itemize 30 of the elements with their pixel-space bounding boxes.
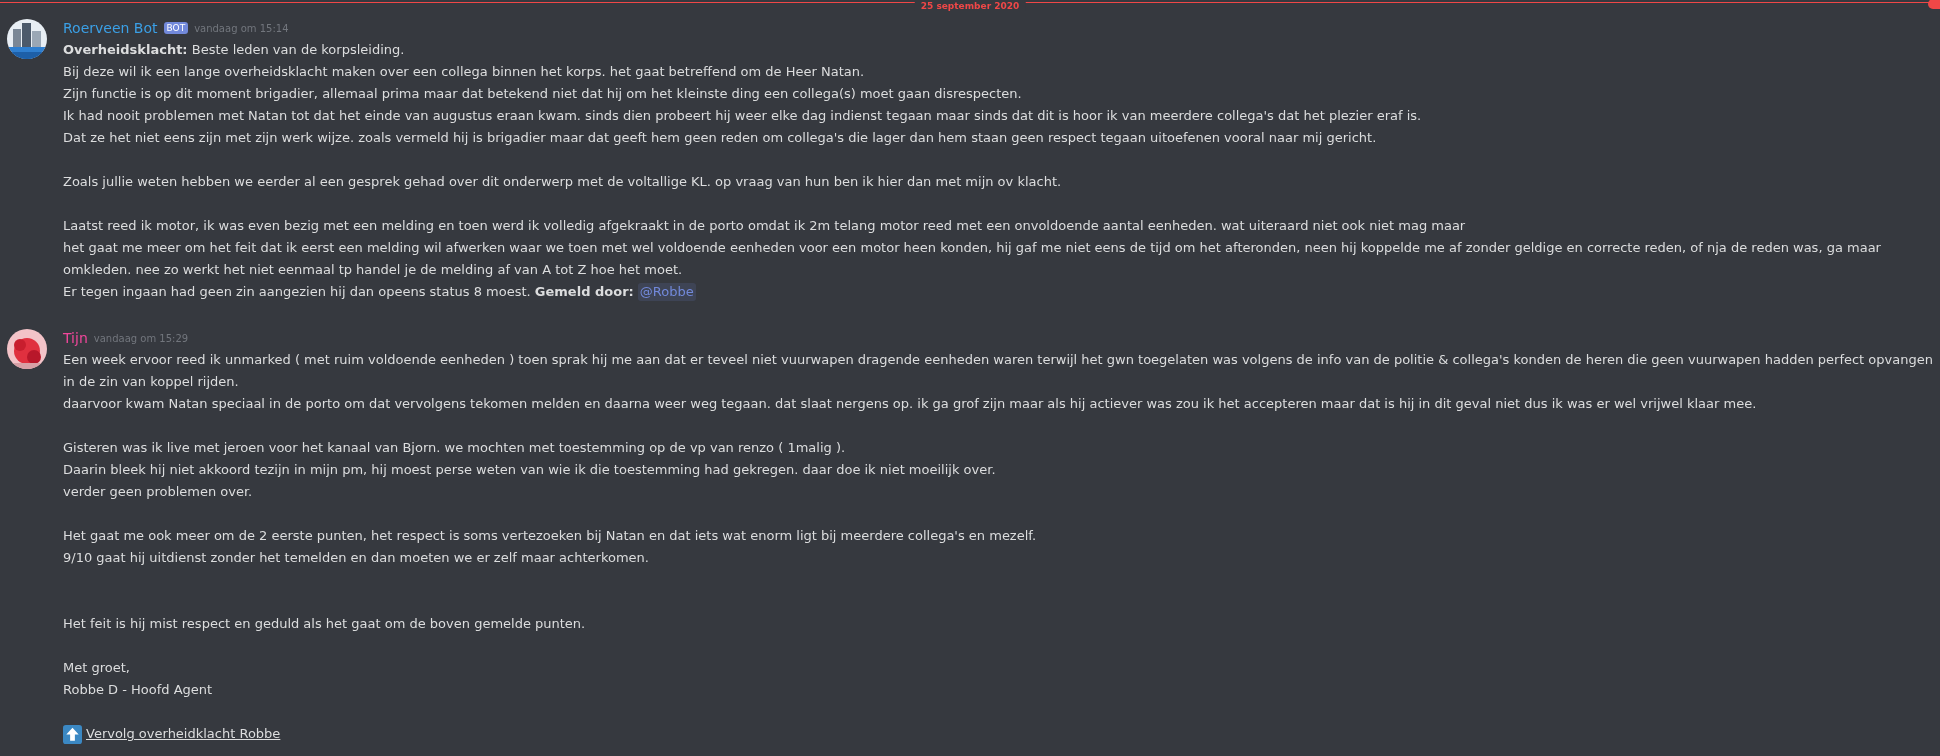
bot-tag: BOT	[163, 22, 189, 34]
message-text: Het feit is hij mist respect en geduld als het gaat om de boven gemelde punten.	[63, 615, 586, 633]
message-text: Laatst reed ik motor, ik was even bezig met een melding en toen werd ik volledig afgekraakt in de porto omdat ik 2m telang motor reed met een onvoldoende aantal eenheden. wat uiteraard niet ook niet mag maar	[63, 217, 1466, 235]
message-text: Dat ze het niet eens zijn met zijn werk wijze. zoals vermeld hij is brigadier maar dat geeft hem geen reden om collega's die lager dan hem staan geen respect tegaan uitoefenen vooral naar mij gericht.	[63, 129, 1377, 147]
message-text: Het gaat me ook meer om de 2 eerste punten, het respect is soms vertezoeken bij Natan en dat iets wat enorm ligt bij meerdere collega's en mezelf.	[63, 527, 1037, 545]
message-text: Met groet,	[63, 659, 130, 677]
message-text: daarvoor kwam Natan speciaal in de porto om dat vervolgens tekomen melden en daarna weer weg tegaan. dat slaat nergens op. ik ga grof zijn maar als hij actiever was zou ik het accepteren maar dat is hij in dit geval niet dus ik was er wel vrijwel klaar mee.	[63, 395, 1757, 413]
message-text: Bij deze wil ik een lange overheidsklacht maken over een collega binnen het korps. het gaat betreffend om de Heer Natan.	[63, 63, 865, 81]
author-name[interactable]: Tijn	[63, 330, 88, 346]
timestamp: vandaag om 15:14	[194, 22, 289, 34]
message-text: Robbe D - Hoofd Agent	[63, 681, 213, 699]
up-arrow-icon	[63, 724, 82, 744]
message-text: Er tegen ingaan had geen zin aangezien hij dan opeens status 8 moest. Gemeld door:	[63, 283, 634, 301]
author-name[interactable]: Roerveen Bot	[63, 20, 158, 36]
message-text: Overheidsklacht: Beste leden van de korpsleiding.	[63, 41, 405, 59]
date-divider-label: 25 september 2020	[914, 1, 1026, 11]
message-link[interactable]: Vervolg overheidklacht Robbe	[86, 723, 281, 745]
message-text: 9/10 gaat hij uitdienst zonder het temelden en dan moeten we er zelf maar achterkomen.	[63, 549, 649, 567]
message-text: verder geen problemen over.	[63, 483, 253, 501]
message-text: Een week ervoor reed ik unmarked ( met ruim voldoende eenheden ) toen sprak hij me aan dat er teveel niet vuurwapen dragende eenheden waren terwijl het gwn toegelaten was volgens de info van de politie & collega's konden de heren die geen vuurwapen hadden perfect opvangen	[63, 351, 1933, 369]
message-text: Gisteren was ik live met jeroen voor het kanaal van Bjorn. we mochten met toestemming op de vp van renzo ( 1malig ).	[63, 439, 846, 457]
timestamp: vandaag om 15:29	[93, 332, 189, 344]
message-text: Zoals jullie weten hebben we eerder al een gesprek gehad over dit onderwerp met de voltallige KL. op vraag van hun ben ik hier dan met mijn ov klacht.	[63, 173, 1062, 191]
message-text: omkleden. nee zo werkt het niet eenmaal tp handel je de melding af van A tot Z hoe het moet.	[63, 261, 683, 279]
user-mention[interactable]: @Robbe	[637, 283, 696, 301]
message-text: Daarin bleek hij niet akkoord tezijn in mijn pm, hij moest perse weten van wie ik die toestemming had gekregen. daar doe ik niet moeilijk over.	[63, 461, 996, 479]
message-text: Zijn functie is op dit moment brigadier, allemaal prima maar dat betekend niet dat hij om het kleinste ding een collega(s) moet gaan disrespecten.	[63, 85, 1022, 103]
message-text: Ik had nooit problemen met Natan tot dat het einde van augustus eraan kwam. sinds dien probeert hij weer elke dag indienst tegaan maar sinds dat dit is hoor ik van meerdere collega's dat het plezier eraf is.	[63, 107, 1422, 125]
message-text: het gaat me meer om het feit dat ik eerst een melding wil afwerken waar we toen met wel voldoende eenheden voor een motor heen konden, hij gaf me niet eens de tijd om het afteronden, neen hij koppelde me af zonder geldige en correcte reden, of nja de reden was, ga maar	[63, 239, 1881, 257]
message-text: in de zin van koppel rijden.	[63, 373, 239, 391]
